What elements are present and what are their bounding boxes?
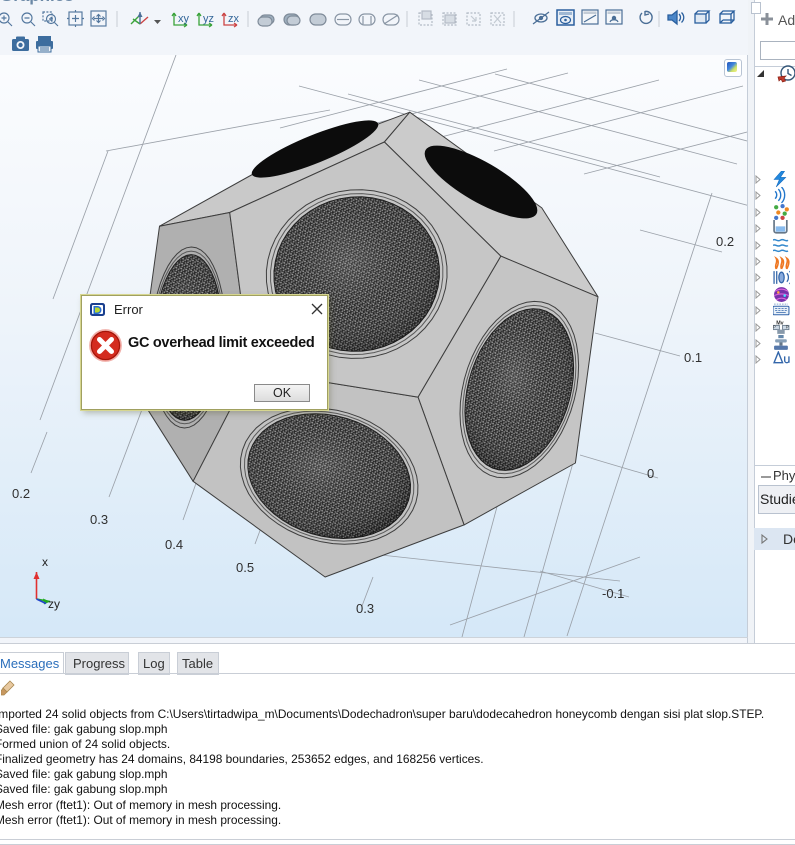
svg-text:zx: zx [228, 13, 240, 25]
svg-text:P: P [773, 325, 776, 330]
svg-text:zy: zy [48, 597, 60, 611]
svg-text:x: x [42, 555, 48, 569]
svg-text:yz: yz [203, 13, 214, 25]
svg-text:P: P [786, 325, 789, 330]
svg-text:xy: xy [178, 13, 190, 25]
